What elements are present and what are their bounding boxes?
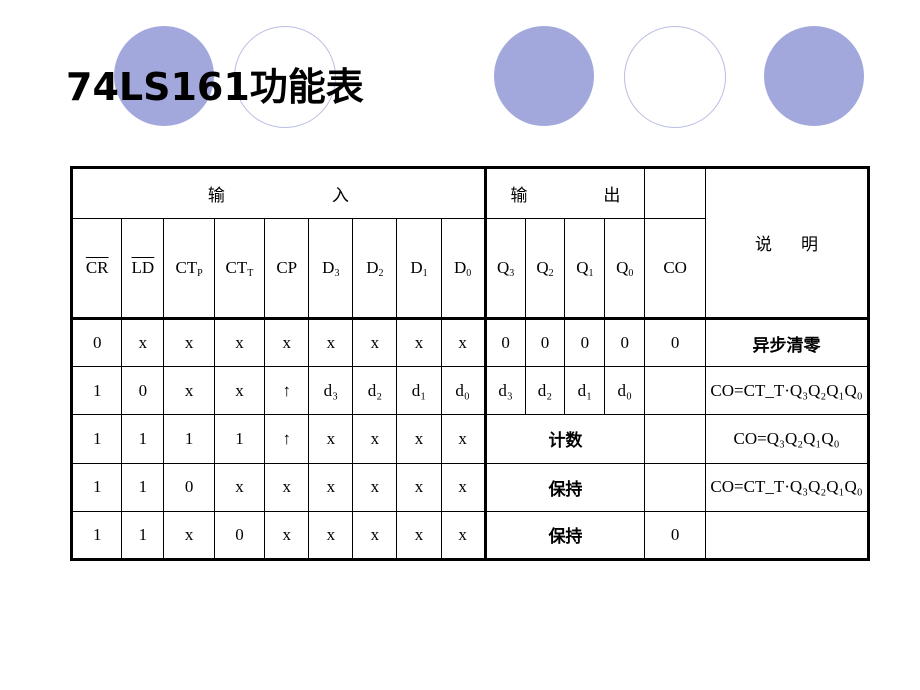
cell-ld: 1 — [121, 462, 165, 512]
cell-cr: 1 — [70, 462, 123, 512]
col-header-d2: D2 — [352, 218, 398, 319]
cell-co — [644, 462, 707, 512]
cell-q0: 0 — [604, 317, 646, 368]
cell-note — [705, 510, 870, 561]
cell-d1: x — [396, 510, 442, 561]
col-header-ld: LD — [121, 218, 165, 319]
cell-q2: 0 — [524, 317, 566, 368]
cell-cp: x — [264, 462, 310, 512]
cell-ctt: 0 — [213, 510, 266, 561]
cell-ctp: x — [163, 510, 215, 561]
cell-q3: d₃ — [484, 366, 526, 416]
col-header-q2: Q2 — [524, 218, 566, 319]
cell-d0: d₀ — [440, 366, 487, 416]
cell-d3: x — [308, 317, 354, 368]
cell-d0: x — [440, 317, 487, 368]
cell-note: CO=Q₃Q₂Q₁Q₀ — [705, 414, 870, 464]
cell-cr: 1 — [70, 414, 123, 464]
cell-ld: x — [121, 317, 165, 368]
header-note: 说 明 — [705, 167, 870, 319]
col-header-d1: D1 — [396, 218, 442, 319]
cell-d3: d₃ — [308, 366, 354, 416]
cell-d0: x — [440, 414, 487, 464]
col-header-cp: CP — [264, 218, 310, 319]
table-row: 1 1 1 1 ↑ x x x x 计数 CO=Q₃Q₂Q₁Q₀ — [70, 414, 870, 464]
cell-d1: x — [396, 462, 442, 512]
col-header-cr: CR — [70, 218, 123, 319]
cell-cr: 0 — [70, 317, 123, 368]
cell-d1: x — [396, 414, 442, 464]
table-row: 1 0 x x ↑ d₃ d₂ d₁ d₀ d₃ d₂ d₁ d₀ CO=CT_… — [70, 366, 870, 416]
cell-q1: 0 — [564, 317, 606, 368]
col-header-q0: Q0 — [604, 218, 646, 319]
cell-d2: x — [352, 414, 398, 464]
cell-co — [644, 366, 707, 416]
cell-co — [644, 414, 707, 464]
cell-ld: 1 — [121, 414, 165, 464]
cell-q1: d₁ — [564, 366, 606, 416]
cell-d2: x — [352, 510, 398, 561]
page-title: 74LS161功能表 — [66, 65, 364, 109]
cell-note: CO=CT_T·Q₃Q₂Q₁Q₀ — [705, 366, 870, 416]
table-row: 0 x x x x x x x x 0 0 0 0 0 异步清零 — [70, 317, 870, 368]
cell-cp: x — [264, 510, 310, 561]
cell-q2: d₂ — [524, 366, 566, 416]
cell-ctt: x — [213, 462, 266, 512]
header-outputs: 输 出 — [484, 166, 646, 220]
col-header-co: CO — [644, 218, 707, 319]
col-header-q3: Q3 — [484, 218, 526, 319]
decor-circle-4 — [624, 26, 726, 128]
cell-d2: x — [352, 317, 398, 368]
cell-note: 异步清零 — [705, 317, 870, 368]
cell-d0: x — [440, 462, 487, 512]
cell-output-text: 计数 — [484, 414, 646, 464]
cell-ctt: x — [213, 366, 266, 416]
cell-d1: x — [396, 317, 442, 368]
decor-circle-3 — [494, 26, 594, 126]
table-row: 1 1 x 0 x x x x x 保持 0 — [70, 510, 870, 561]
cell-ctp: 0 — [163, 462, 215, 512]
cell-cp: ↑ — [264, 366, 310, 416]
col-header-d0: D0 — [440, 218, 487, 319]
cell-d2: x — [352, 462, 398, 512]
col-header-ctt: CTT — [213, 218, 266, 319]
cell-d0: x — [440, 510, 487, 561]
col-header-q1: Q1 — [564, 218, 606, 319]
cell-ld: 1 — [121, 510, 165, 561]
cell-q0: d₀ — [604, 366, 646, 416]
table-group-header-row: 输 入 输 出 说 明 — [71, 166, 870, 319]
cell-ctp: x — [163, 317, 215, 368]
header-inputs: 输 入 — [71, 166, 487, 220]
cell-co: 0 — [644, 510, 707, 561]
cell-ctp: 1 — [163, 414, 215, 464]
cell-d3: x — [308, 462, 354, 512]
function-table: 输 入 输 出 说 明 CR LD CTP CTT CP D3 D2 D1 D0… — [70, 166, 870, 561]
cell-ctt: 1 — [213, 414, 266, 464]
function-table-wrapper: 输 入 输 出 说 明 CR LD CTP CTT CP D3 D2 D1 D0… — [70, 166, 870, 561]
cell-output-text: 保持 — [484, 462, 646, 512]
col-header-ctp: CTP — [163, 218, 215, 319]
cell-d3: x — [308, 414, 354, 464]
cell-cp: x — [264, 317, 310, 368]
table-row: 1 1 0 x x x x x x 保持 CO=CT_T·Q₃Q₂Q₁Q₀ — [70, 462, 870, 512]
cell-co: 0 — [644, 317, 707, 368]
cell-q3: 0 — [484, 317, 526, 368]
decor-circle-5 — [764, 26, 864, 126]
cell-ld: 0 — [121, 366, 165, 416]
cell-output-text: 保持 — [484, 510, 646, 561]
col-header-d3: D3 — [308, 218, 354, 319]
cell-cp: ↑ — [264, 414, 310, 464]
cell-d2: d₂ — [352, 366, 398, 416]
cell-cr: 1 — [70, 510, 123, 561]
cell-note: CO=CT_T·Q₃Q₂Q₁Q₀ — [705, 462, 870, 512]
cell-d1: d₁ — [396, 366, 442, 416]
cell-cr: 1 — [70, 366, 123, 416]
cell-ctp: x — [163, 366, 215, 416]
cell-d3: x — [308, 510, 354, 561]
cell-ctt: x — [213, 317, 266, 368]
header-co-blank — [644, 166, 707, 220]
